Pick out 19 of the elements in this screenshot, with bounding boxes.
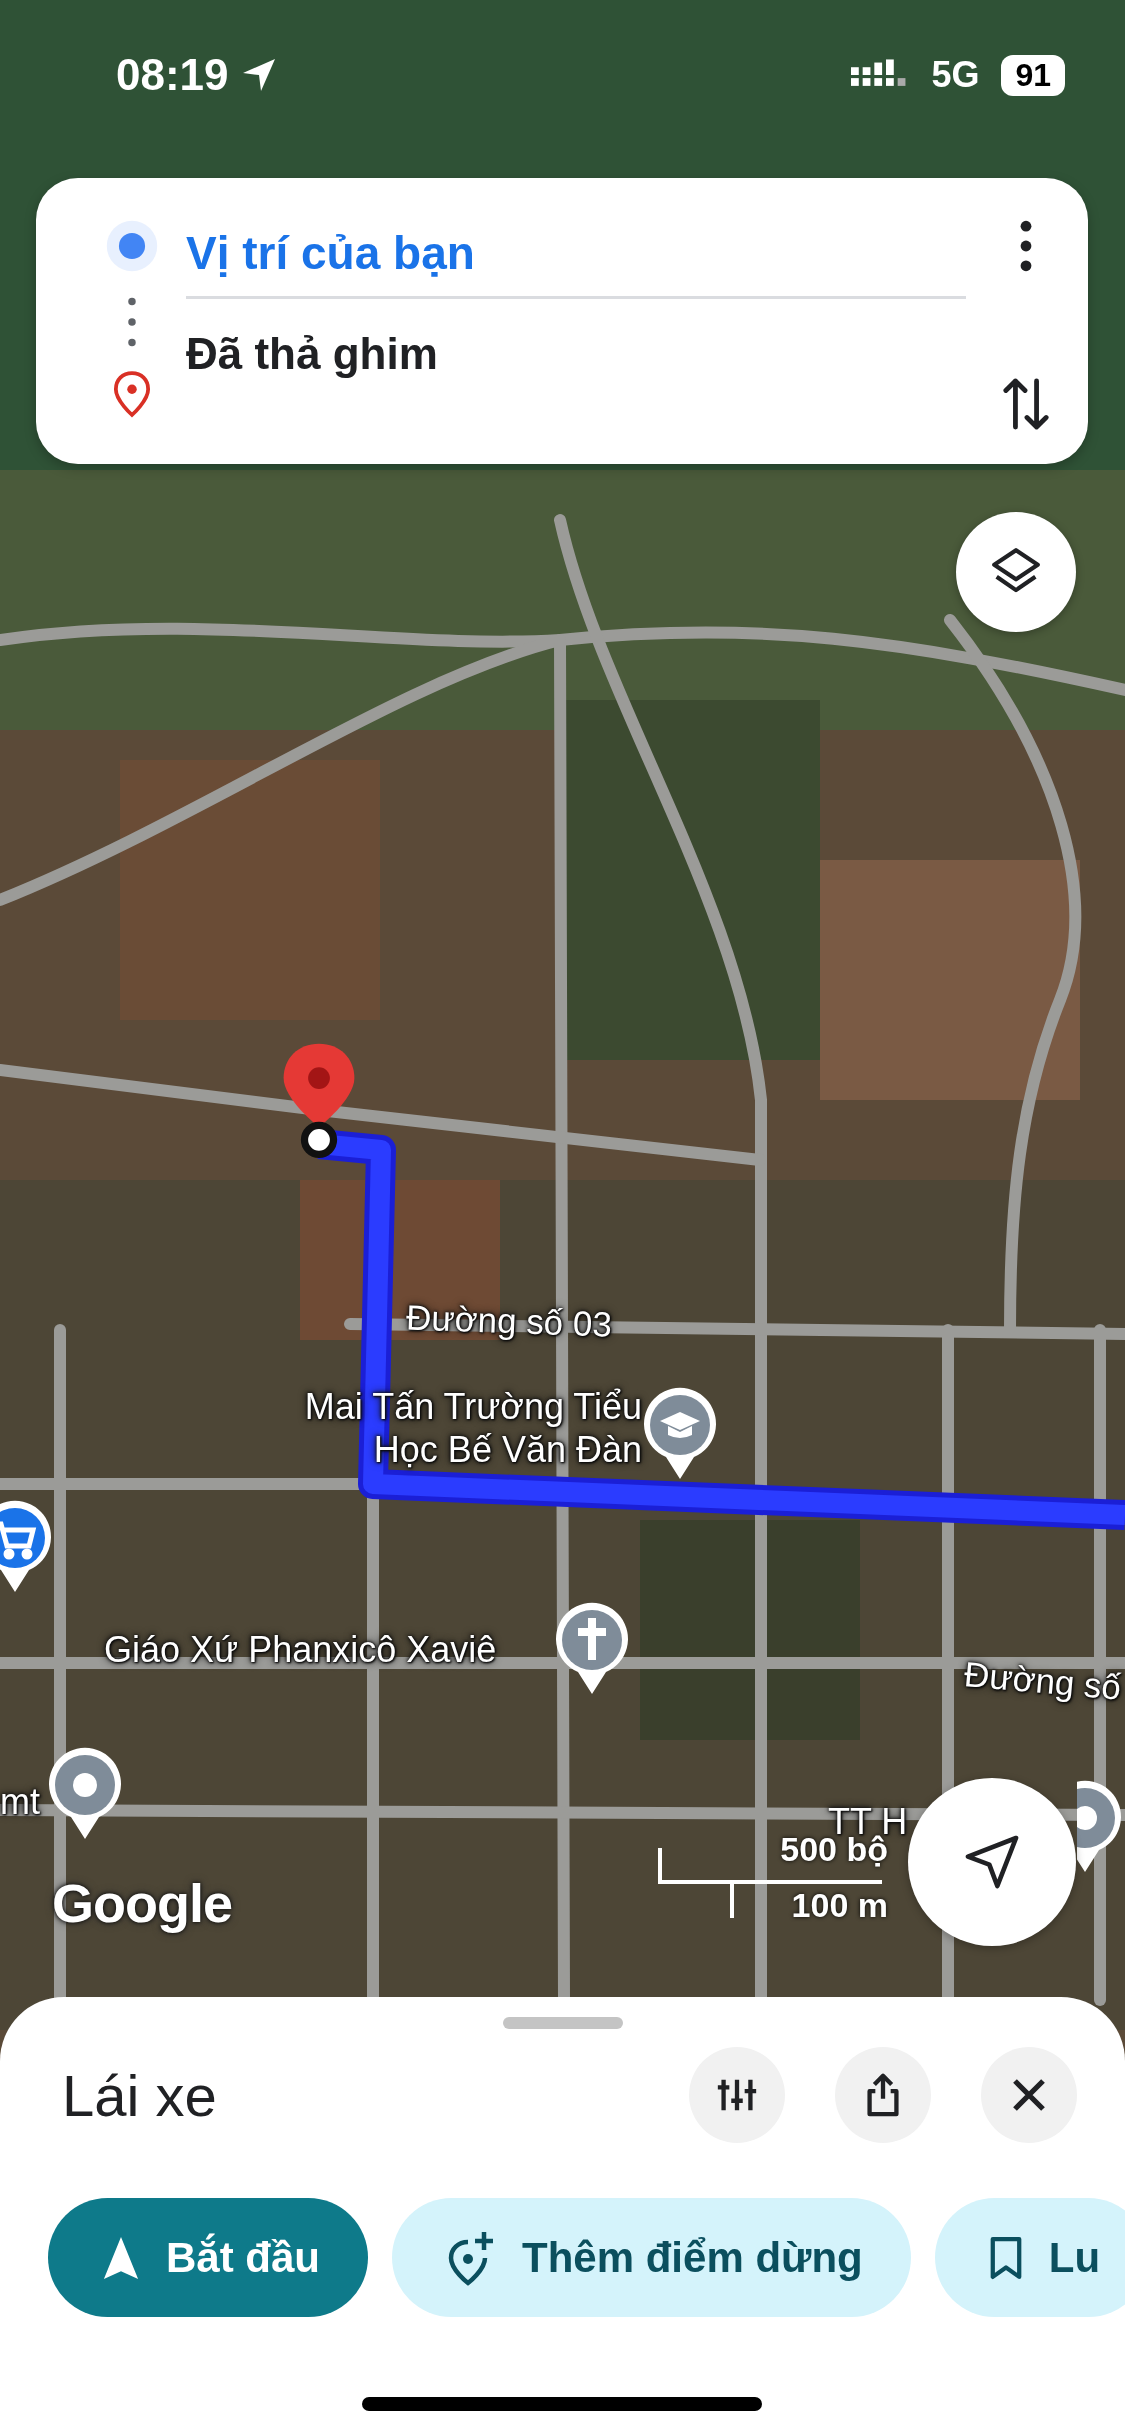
destination-field[interactable]: Đã thả ghim xyxy=(186,299,966,379)
battery-level: 91 xyxy=(1001,54,1065,96)
google-logo: Google xyxy=(52,1872,232,1934)
place-label: Giáo Xứ Phanxicô Xaviê xyxy=(104,1628,497,1672)
scale-label: 100 m xyxy=(791,1886,888,1925)
bookmark-icon xyxy=(988,2234,1023,2281)
add-location-icon xyxy=(446,2229,496,2286)
status-time: 08:19 xyxy=(116,50,229,100)
drag-handle[interactable] xyxy=(502,2017,623,2029)
save-button[interactable]: Lu xyxy=(934,2198,1125,2317)
origin-field[interactable]: Vị trí của bạn xyxy=(186,218,966,299)
pin-icon xyxy=(113,370,151,418)
sheet-title: Lái xe xyxy=(62,2061,217,2129)
place-label: mt xyxy=(0,1780,40,1824)
network-label: 5G xyxy=(931,54,980,96)
road-label: Đường số xyxy=(962,1653,1123,1709)
start-button[interactable]: Bắt đầu xyxy=(48,2198,368,2317)
add-stop-button[interactable]: Thêm điểm dừng xyxy=(392,2198,911,2317)
current-location-icon xyxy=(104,218,160,274)
